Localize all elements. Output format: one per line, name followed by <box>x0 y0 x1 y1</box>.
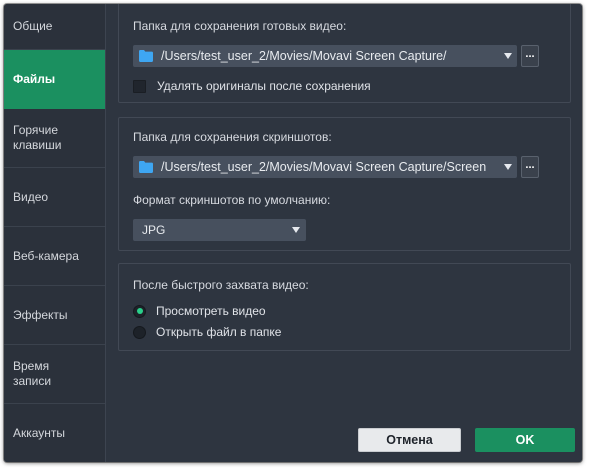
sidebar-item-general[interactable]: Общие <box>4 4 105 50</box>
sidebar: Общие Файлы Горячие клавиши Видео Веб-ка… <box>4 4 106 462</box>
sidebar-item-recording-time[interactable]: Время записи <box>4 345 105 404</box>
screenshot-format-select[interactable]: JPG <box>133 219 306 241</box>
sidebar-item-video[interactable]: Видео <box>4 168 105 227</box>
radio-open-in-folder[interactable]: Открыть файл в папке <box>133 325 281 339</box>
sidebar-item-label: Файлы <box>13 71 56 86</box>
sidebar-item-webcam[interactable]: Веб-камера <box>4 227 105 286</box>
sidebar-item-label: Горячие клавиши <box>13 123 62 152</box>
sidebar-item-label: Аккаунты <box>13 425 66 440</box>
screenshot-format-label: Формат скриншотов по умолчанию: <box>133 193 331 207</box>
sidebar-item-label: Общие <box>13 19 53 33</box>
screenshot-folder-path: /Users/test_user_2/Movies/Movavi Screen … <box>161 160 487 174</box>
chevron-down-icon <box>504 53 512 59</box>
video-folder-browse-button[interactable]: ... <box>521 45 539 67</box>
radio-button[interactable] <box>133 304 146 318</box>
screenshot-folder-label: Папка для сохранения скриншотов: <box>133 130 332 144</box>
delete-originals-label: Удалять оригиналы после сохранения <box>157 79 371 93</box>
sidebar-item-hotkeys[interactable]: Горячие клавиши <box>4 109 105 168</box>
files-settings-panel: Папка для сохранения готовых видео: /Use… <box>106 4 582 462</box>
screenshot-format-value: JPG <box>142 223 166 237</box>
sidebar-item-accounts[interactable]: Аккаунты <box>4 404 105 462</box>
folder-icon <box>139 50 153 62</box>
radio-view-video-label: Просмотреть видео <box>156 304 266 318</box>
chevron-down-icon <box>504 164 512 170</box>
chevron-down-icon <box>292 227 300 233</box>
video-folder-group: Папка для сохранения готовых видео: /Use… <box>118 4 571 103</box>
preferences-window: Общие Файлы Горячие клавиши Видео Веб-ка… <box>4 4 582 462</box>
video-folder-select[interactable]: /Users/test_user_2/Movies/Movavi Screen … <box>133 45 517 67</box>
after-capture-label: После быстрого захвата видео: <box>133 278 309 292</box>
sidebar-item-label: Веб-камера <box>13 248 79 263</box>
sidebar-item-files[interactable]: Файлы <box>4 50 105 109</box>
radio-button[interactable] <box>133 325 146 339</box>
screenshot-folder-browse-button[interactable]: ... <box>521 156 539 178</box>
sidebar-item-label: Время записи <box>13 359 52 388</box>
video-folder-path: /Users/test_user_2/Movies/Movavi Screen … <box>161 49 447 63</box>
delete-originals-checkbox[interactable] <box>133 79 146 93</box>
radio-open-in-folder-label: Открыть файл в папке <box>156 325 282 339</box>
delete-originals-checkbox-row[interactable]: Удалять оригиналы после сохранения <box>133 79 371 93</box>
sidebar-item-label: Видео <box>13 189 49 204</box>
after-capture-group: После быстрого захвата видео: Просмотрет… <box>118 263 571 351</box>
video-folder-label: Папка для сохранения готовых видео: <box>133 19 347 33</box>
sidebar-item-effects[interactable]: Эффекты <box>4 286 105 345</box>
ok-button[interactable]: OK <box>475 428 575 452</box>
folder-icon <box>139 161 153 173</box>
sidebar-item-label: Эффекты <box>13 307 68 322</box>
screenshot-folder-select[interactable]: /Users/test_user_2/Movies/Movavi Screen … <box>133 156 517 178</box>
cancel-button[interactable]: Отмена <box>358 428 461 452</box>
radio-view-video[interactable]: Просмотреть видео <box>133 304 266 318</box>
screenshot-folder-group: Папка для сохранения скриншотов: /Users/… <box>118 117 571 251</box>
